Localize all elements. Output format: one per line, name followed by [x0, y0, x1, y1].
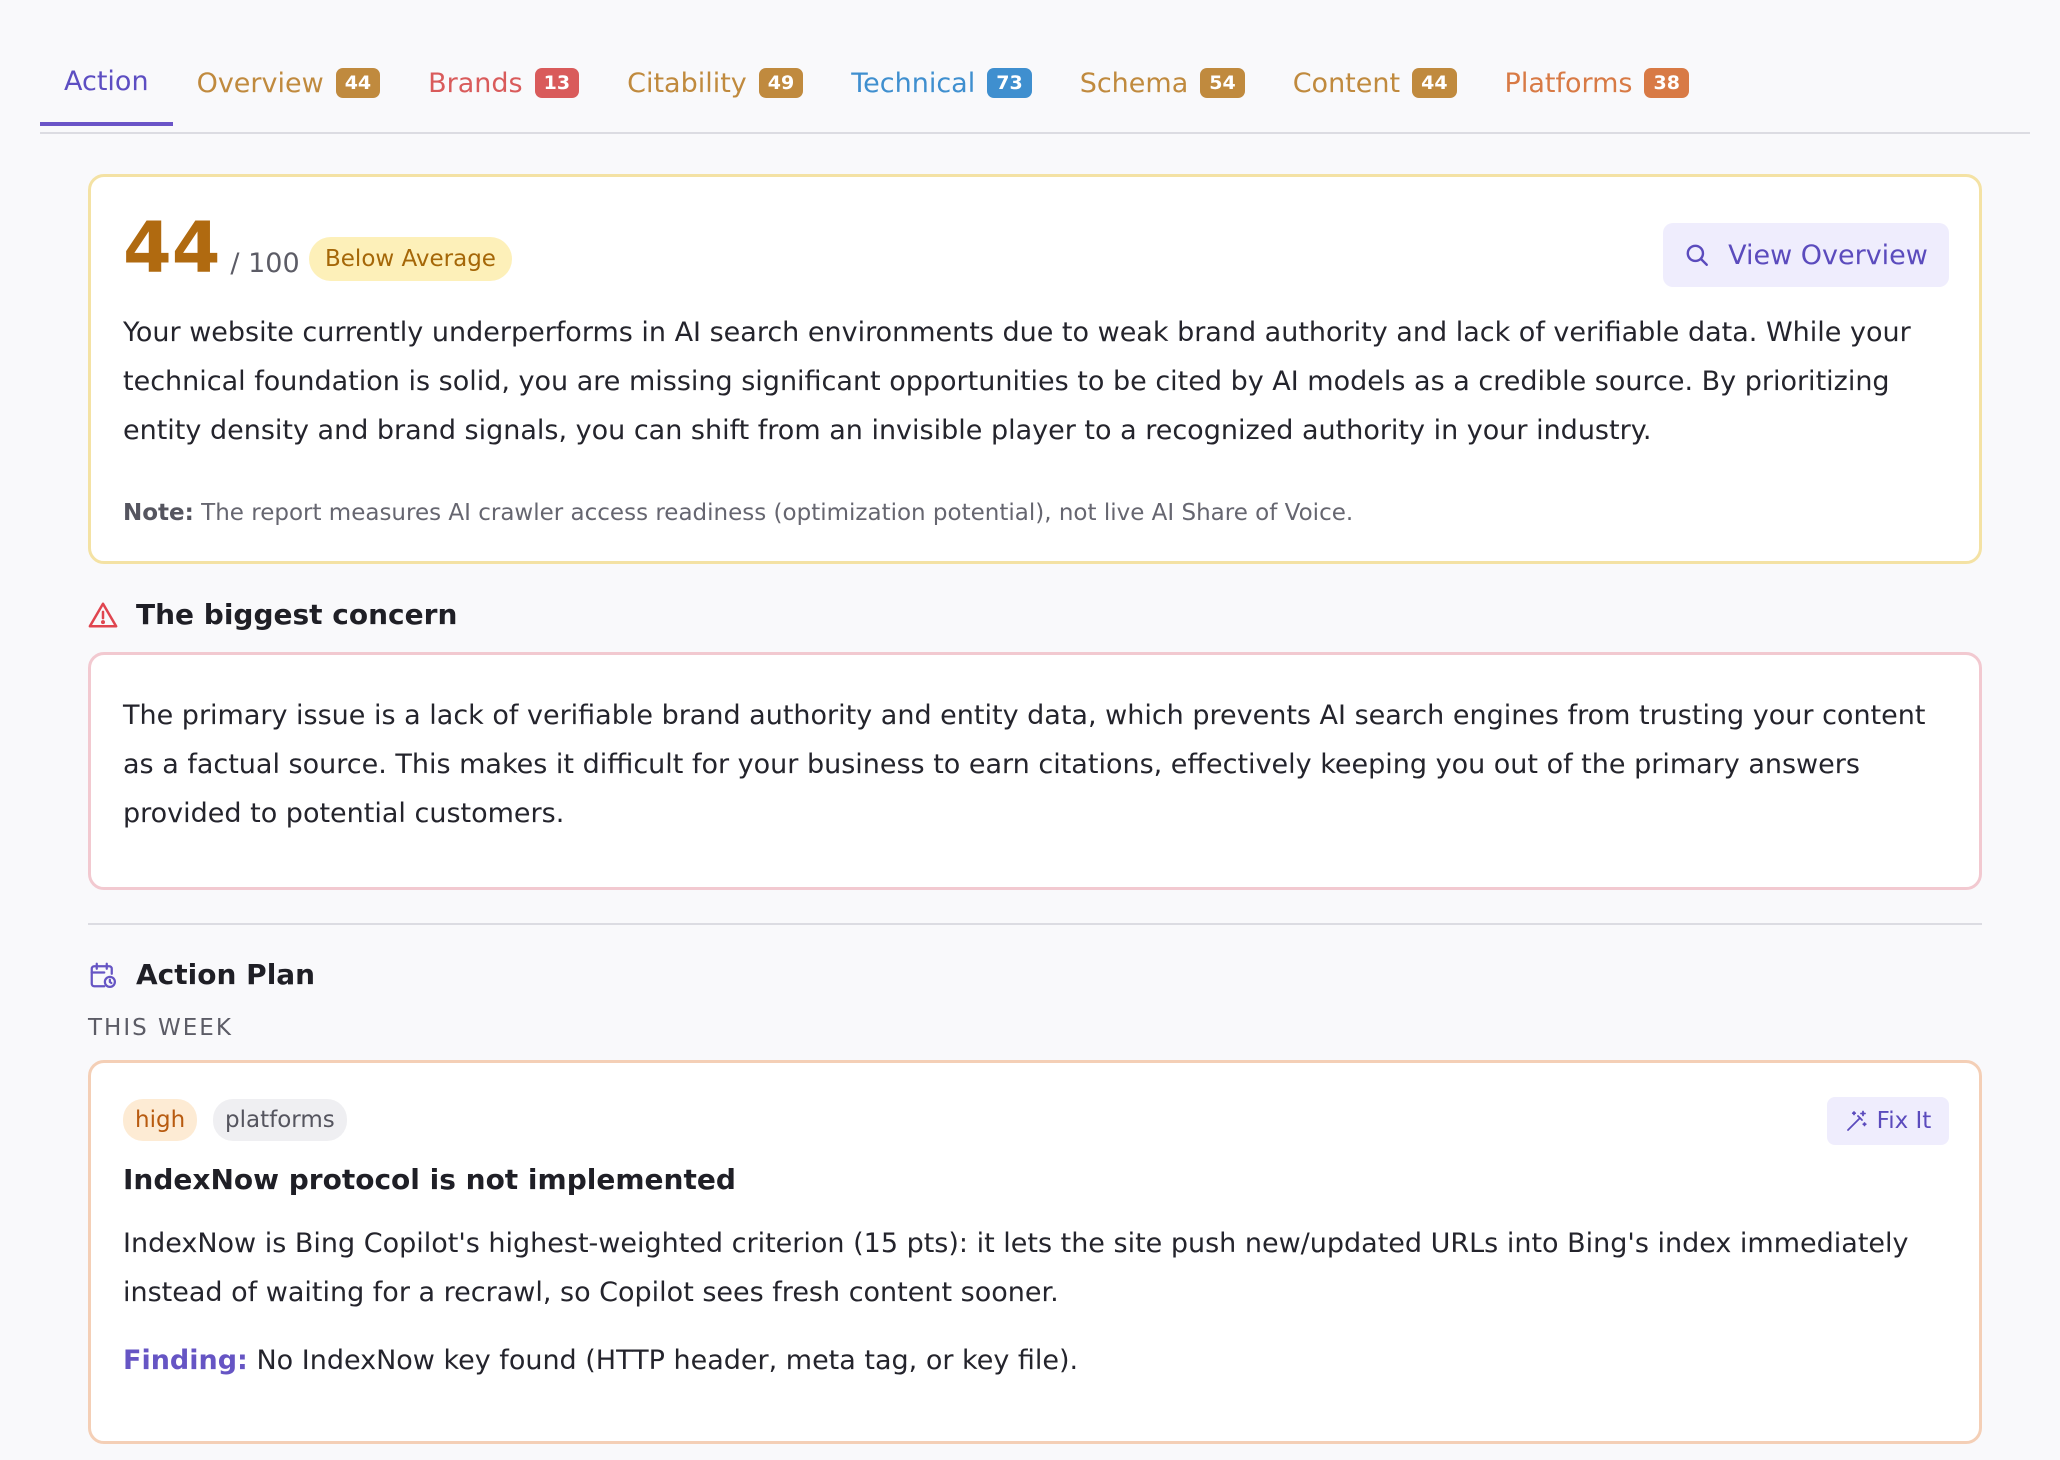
tab-label: Content — [1292, 67, 1401, 99]
tab-citability[interactable]: Citability 49 — [603, 40, 827, 126]
score-badge: 38 — [1644, 68, 1689, 98]
tab-label: Technical — [851, 67, 976, 99]
score-badge: 73 — [987, 68, 1032, 98]
tab-brands[interactable]: Brands 13 — [404, 40, 603, 126]
summary-text: Your website currently underperforms in … — [123, 317, 1911, 446]
section-divider — [88, 923, 1982, 925]
search-icon — [1686, 244, 1709, 266]
tab-label: Brands — [428, 67, 523, 99]
finding-text: No IndexNow key found (HTTP header, meta… — [256, 1345, 1079, 1376]
concern-heading-text: The biggest concern — [136, 598, 458, 631]
concern-heading: The biggest concern — [88, 598, 457, 631]
fix-it-label: Fix It — [1876, 1108, 1932, 1134]
alert-triangle-icon — [88, 602, 118, 627]
action-item-description: IndexNow is Bing Copilot's highest-weigh… — [123, 1228, 1909, 1308]
view-overview-button[interactable]: View Overview — [1663, 223, 1949, 287]
finding-label: Finding: — [123, 1345, 248, 1376]
score-max: / 100 — [230, 248, 300, 279]
score-badge: 49 — [758, 68, 804, 98]
tab-label: Schema — [1079, 67, 1189, 99]
calendar-clock-icon — [90, 962, 116, 988]
tab-label: Overview — [196, 67, 324, 99]
overall-score: 44 / 100 — [123, 207, 300, 289]
priority-tag: high — [123, 1099, 198, 1141]
note-text: The report measures AI crawler access re… — [201, 500, 1354, 526]
score-badge: 13 — [534, 68, 580, 98]
action-item-card: high platforms Fix It IndexNow protocol … — [88, 1060, 1982, 1444]
view-overview-label: View Overview — [1728, 239, 1928, 271]
tab-action[interactable]: Action — [40, 40, 173, 126]
tab-technical[interactable]: Technical 73 — [827, 40, 1055, 126]
tab-label: Platforms — [1504, 67, 1633, 99]
tab-label: Citability — [627, 67, 747, 99]
rating-badge: Below Average — [309, 237, 512, 281]
score-badge: 44 — [335, 68, 381, 98]
category-tag: platforms — [213, 1099, 347, 1141]
tab-content[interactable]: Content 44 — [1269, 40, 1481, 126]
summary-note: Note: The report measures AI crawler acc… — [123, 500, 1353, 526]
score-value: 44 — [123, 207, 221, 289]
tab-label: Action — [64, 65, 149, 97]
tab-bar: Action Overview 44 Brands 13 Citability 49 … — [40, 40, 2030, 134]
note-label: Note: — [123, 500, 194, 526]
fix-it-button[interactable]: Fix It — [1827, 1097, 1949, 1145]
concern-card: The primary issue is a lack of verifiabl… — [88, 652, 1982, 890]
tab-schema[interactable]: Schema 54 — [1056, 40, 1269, 126]
tab-overview[interactable]: Overview 44 — [173, 40, 405, 126]
score-badge: 54 — [1200, 68, 1245, 98]
finding: Finding: No IndexNow key found (HTTP hea… — [123, 1341, 1078, 1381]
action-item-title: IndexNow protocol is not implemented — [123, 1163, 736, 1196]
period-label: THIS WEEK — [88, 1015, 233, 1041]
magic-wand-icon — [1846, 1110, 1867, 1131]
tab-platforms[interactable]: Platforms 38 — [1481, 40, 1713, 126]
action-plan-heading: Action Plan — [88, 958, 315, 991]
action-plan-heading-text: Action Plan — [136, 958, 316, 991]
summary-card: 44 / 100 Below Average View Overview You… — [88, 174, 1982, 564]
concern-text: The primary issue is a lack of verifiabl… — [123, 700, 1926, 829]
score-badge: 44 — [1412, 68, 1457, 98]
